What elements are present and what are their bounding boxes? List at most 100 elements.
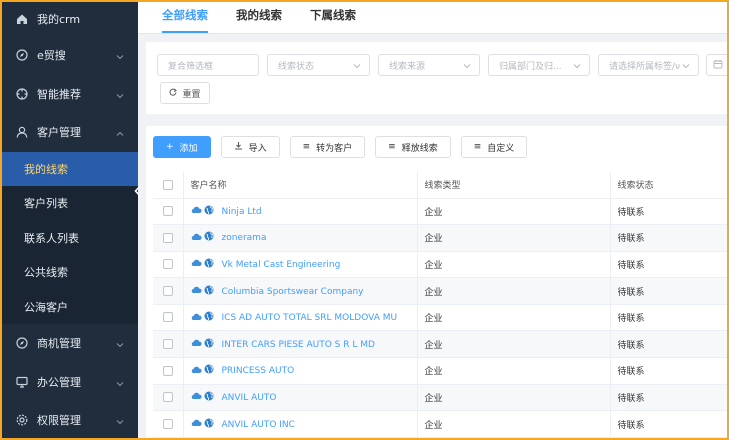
- globe-icon[interactable]: [204, 258, 214, 271]
- sidebar-subitem-public-leads[interactable]: 公共线索: [2, 255, 138, 290]
- sidebar-item-recommend[interactable]: 智能推荐: [2, 75, 138, 114]
- cloud-icon[interactable]: [191, 258, 202, 270]
- select-all-cell: [153, 172, 184, 199]
- cloud-icon[interactable]: [191, 312, 202, 324]
- keyword-filter-input[interactable]: 复合筛选框: [157, 54, 259, 76]
- cloud-icon[interactable]: [191, 285, 202, 297]
- customer-name-link[interactable]: zonerama: [222, 233, 267, 243]
- table-row[interactable]: Ninja Ltd 企业 待联系: [153, 198, 728, 226]
- keyword-filter-placeholder: 复合筛选框: [168, 61, 214, 72]
- lead-status-cell: 待联系: [610, 251, 728, 279]
- sidebar-item-office[interactable]: 办公管理: [2, 363, 138, 402]
- row-checkbox[interactable]: [162, 285, 173, 296]
- table-row[interactable]: INTER CARS PIESE AUTO S R L MD 企业 待联系: [153, 330, 728, 359]
- table-row[interactable]: Columbia Sportswear Company 企业 待联系: [153, 277, 728, 305]
- convert-to-customer-button[interactable]: ≡ 转为客户: [289, 136, 366, 158]
- row-checkbox-cell: [153, 198, 184, 226]
- row-icons: [191, 338, 214, 351]
- column-header-name: 客户名称: [183, 172, 418, 199]
- customize-button[interactable]: ≡ 自定义: [460, 136, 528, 158]
- lead-type-cell: 企业: [417, 384, 611, 412]
- globe-icon[interactable]: [204, 231, 214, 244]
- globe-icon[interactable]: [204, 338, 214, 351]
- sidebar-subitem-customer-list[interactable]: 客户列表: [2, 186, 138, 221]
- sidebar-item-customer-mgmt[interactable]: 客户管理: [2, 113, 138, 152]
- select-all-checkbox[interactable]: [162, 179, 173, 190]
- cloud-icon[interactable]: [191, 232, 202, 244]
- chevron-down-icon: [573, 62, 581, 70]
- globe-icon[interactable]: [204, 391, 214, 404]
- lead-status-cell: 待联系: [610, 304, 728, 332]
- row-checkbox[interactable]: [162, 232, 173, 243]
- import-button[interactable]: 导入: [220, 136, 280, 158]
- sidebar: 我的crm e贸搜 智能推荐 客户管理 我的线索 客户列表 联系人列表 公共线索…: [2, 2, 138, 438]
- row-checkbox-cell: [153, 357, 184, 385]
- customer-name-link[interactable]: INTER CARS PIESE AUTO S R L MD: [222, 340, 375, 350]
- table-row[interactable]: Vk Metal Cast Engineering 企业 待联系: [153, 251, 728, 279]
- sidebar-subitem-label: 我的线索: [24, 162, 68, 176]
- main-content: 全部线索 我的线索 下属线索 复合筛选框 线索状态 线索来源 归属部门及归...…: [138, 2, 729, 438]
- customer-name-link[interactable]: Ninja Ltd: [222, 207, 262, 217]
- lead-status-cell: 待联系: [610, 410, 728, 438]
- name-cell: Ninja Ltd: [183, 198, 418, 226]
- sidebar-collapse-handle[interactable]: [130, 180, 146, 204]
- cloud-icon[interactable]: [191, 391, 202, 403]
- sidebar-item-permissions[interactable]: 权限管理: [2, 401, 138, 438]
- row-checkbox[interactable]: [162, 312, 173, 323]
- reset-button[interactable]: 重置: [160, 82, 210, 104]
- lead-type-cell: 企业: [417, 198, 611, 226]
- sidebar-subitem-public-customers[interactable]: 公海客户: [2, 289, 138, 324]
- row-checkbox[interactable]: [162, 259, 173, 270]
- globe-icon[interactable]: [204, 311, 214, 324]
- row-icons: [191, 231, 214, 244]
- status-select[interactable]: 线索状态: [267, 54, 370, 76]
- customer-name-link[interactable]: ANVIL AUTO INC: [222, 420, 295, 430]
- tab-my-leads[interactable]: 我的线索: [236, 7, 282, 33]
- sidebar-item-home[interactable]: 我的crm: [2, 2, 138, 36]
- globe-icon[interactable]: [204, 205, 214, 218]
- globe-icon[interactable]: [204, 418, 214, 431]
- row-icons: [191, 311, 214, 324]
- customer-name-link[interactable]: Columbia Sportswear Company: [222, 287, 364, 297]
- chevron-left-icon: [133, 184, 143, 201]
- lead-type-cell: 企业: [417, 304, 611, 332]
- customer-name-link[interactable]: ANVIL AUTO: [222, 393, 277, 403]
- release-leads-button[interactable]: ≡ 释放线索: [375, 136, 451, 158]
- cloud-icon[interactable]: [191, 365, 202, 377]
- globe-icon[interactable]: [204, 285, 214, 298]
- add-button[interactable]: + 添加: [153, 136, 211, 158]
- row-checkbox-cell: [153, 224, 184, 252]
- sidebar-item-opportunity[interactable]: 商机管理: [2, 324, 138, 363]
- globe-icon[interactable]: [204, 364, 214, 377]
- status-select-placeholder: 线索状态: [278, 61, 315, 72]
- sidebar-subitem-my-leads[interactable]: 我的线索: [2, 151, 138, 186]
- user-icon: [16, 126, 28, 138]
- customer-name-link[interactable]: ICS AD AUTO TOTAL SRL MOLDOVA MU: [222, 313, 398, 323]
- customer-name-link[interactable]: Vk Metal Cast Engineering: [222, 260, 341, 270]
- list-icon: ≡: [302, 142, 311, 152]
- date-picker[interactable]: [706, 54, 729, 76]
- sidebar-subitem-contact-list[interactable]: 联系人列表: [2, 220, 138, 255]
- tab-all-leads[interactable]: 全部线索: [162, 7, 208, 33]
- source-select[interactable]: 线索来源: [378, 54, 480, 76]
- table-row[interactable]: zonerama 企业 待联系: [153, 224, 728, 252]
- table-row[interactable]: PRINCESS AUTO 企业 待联系: [153, 357, 728, 385]
- cloud-icon[interactable]: [191, 418, 202, 430]
- row-checkbox[interactable]: [162, 365, 173, 376]
- row-checkbox[interactable]: [162, 418, 173, 429]
- row-checkbox[interactable]: [162, 339, 173, 350]
- department-select[interactable]: 归属部门及归...: [488, 54, 590, 76]
- row-checkbox[interactable]: [162, 392, 173, 403]
- cloud-icon[interactable]: [191, 205, 202, 217]
- cloud-icon[interactable]: [191, 338, 202, 350]
- name-cell: Vk Metal Cast Engineering: [183, 251, 418, 279]
- table-row[interactable]: ICS AD AUTO TOTAL SRL MOLDOVA MU 企业 待联系: [153, 304, 728, 332]
- table-row[interactable]: ANVIL AUTO INC 企业 待联系: [153, 410, 728, 438]
- tag-select[interactable]: 请选择所属标签/ν: [598, 54, 699, 76]
- row-checkbox[interactable]: [162, 206, 173, 217]
- tab-subordinate-leads[interactable]: 下属线索: [310, 7, 356, 33]
- customer-name-link[interactable]: PRINCESS AUTO: [222, 366, 295, 376]
- table-row[interactable]: ANVIL AUTO 企业 待联系: [153, 384, 728, 412]
- sidebar-item-emao[interactable]: e贸搜: [2, 36, 138, 75]
- convert-button-label: 转为客户: [316, 143, 353, 154]
